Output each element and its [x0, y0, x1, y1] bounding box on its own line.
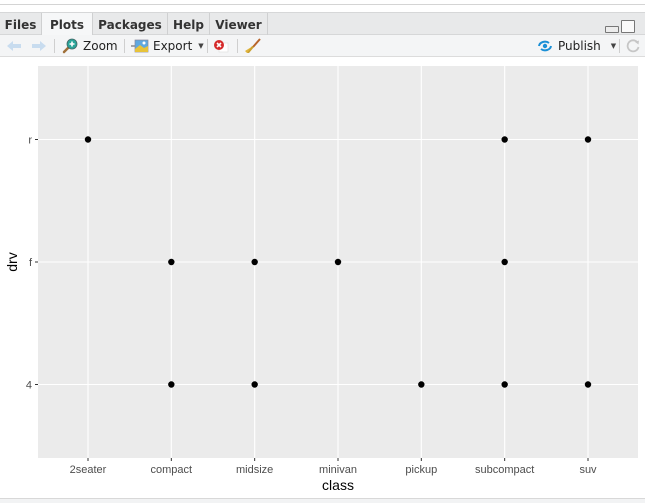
publish-button[interactable]: Publish ▼ [537, 35, 616, 57]
y-axis-title: drv [4, 252, 20, 271]
remove-plot-button[interactable] [213, 35, 229, 57]
window-controls [605, 20, 635, 33]
data-point [418, 381, 425, 388]
data-point [334, 258, 342, 266]
export-image-icon [131, 39, 149, 53]
x-axis-title: class [322, 477, 354, 493]
data-point [501, 258, 508, 266]
forward-button[interactable] [31, 35, 47, 57]
tab-plots[interactable]: Plots [42, 13, 93, 37]
y-tick-label: 4 [26, 380, 32, 392]
toolbar-separator [237, 39, 238, 53]
chevron-down-icon: ▼ [610, 42, 617, 50]
y-tick-label: f [29, 257, 33, 269]
data-point [168, 381, 175, 388]
refresh-icon [626, 39, 640, 53]
toolbar-separator [207, 39, 208, 53]
remove-plot-icon [214, 40, 229, 53]
tab-viewer[interactable]: Viewer [210, 13, 268, 36]
x-tick-label: pickup [405, 464, 437, 476]
pane-tab-bar: Files Plots Packages Help Viewer [0, 12, 645, 37]
data-point [584, 136, 592, 143]
x-tick-label: suv [579, 464, 597, 476]
maximize-pane-button[interactable] [621, 20, 635, 33]
tab-files[interactable]: Files [0, 13, 42, 36]
publish-label: Publish [558, 39, 601, 53]
top-strip [0, 0, 645, 5]
arrow-right-icon [32, 41, 46, 51]
tab-packages[interactable]: Packages [93, 13, 168, 36]
scatter-chart: 2seater compact midsize minivan pickup subcom… [4, 66, 638, 493]
clear-all-plots-button[interactable] [244, 35, 262, 57]
data-point [251, 258, 258, 266]
x-tick-label: subcompact [475, 464, 534, 476]
plots-toolbar: Zoom Export ▼ Publish ▼ [0, 35, 645, 57]
toolbar-separator [124, 39, 125, 53]
chevron-down-icon: ▼ [198, 42, 204, 50]
toolbar-separator [54, 39, 55, 53]
x-tick-label: midsize [236, 464, 273, 476]
data-point [501, 381, 508, 388]
minimize-pane-button[interactable] [605, 26, 619, 33]
zoom-label: Zoom [83, 39, 118, 53]
data-point [84, 136, 92, 143]
bottom-border [0, 498, 645, 503]
x-tick-labels: 2seater compact midsize minivan pickup subcom… [70, 464, 597, 476]
back-button[interactable] [6, 35, 22, 57]
zoom-icon [62, 38, 78, 54]
export-label: Export [153, 39, 193, 53]
data-point [251, 381, 258, 388]
data-point [501, 136, 508, 143]
data-point [584, 381, 592, 388]
x-tick-label: minivan [319, 464, 357, 476]
tab-help[interactable]: Help [168, 13, 210, 36]
toolbar-separator [619, 39, 620, 53]
export-button[interactable]: Export ▼ [131, 35, 204, 57]
y-tick-label: r [28, 135, 32, 147]
plot-viewer: 2seater compact midsize minivan pickup subcom… [0, 58, 645, 498]
data-point [168, 258, 175, 266]
zoom-button[interactable]: Zoom [62, 35, 118, 57]
publish-icon [538, 40, 552, 52]
refresh-button[interactable] [625, 35, 641, 57]
broom-icon [245, 38, 261, 53]
x-tick-label: 2seater [70, 464, 107, 476]
x-tick-label: compact [151, 464, 193, 476]
y-tick-labels: 4 f r [26, 135, 33, 392]
arrow-left-icon [7, 41, 21, 51]
